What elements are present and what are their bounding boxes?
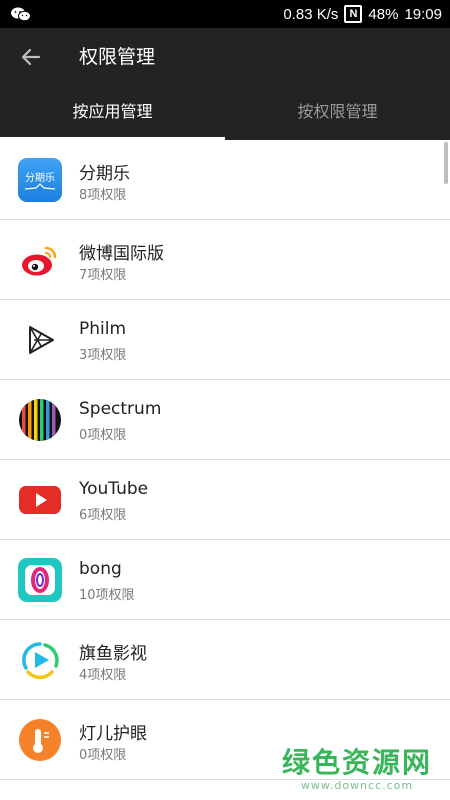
app-name: bong: [79, 559, 122, 579]
list-item[interactable]: YouTube 6项权限: [0, 460, 450, 540]
fenqile-icon: 分期乐: [18, 158, 62, 202]
philm-icon: [29, 326, 54, 354]
app-name: Philm: [79, 319, 127, 339]
tab-by-app[interactable]: 按应用管理: [0, 86, 225, 140]
battery-level: 48%: [368, 5, 399, 23]
spectrum-icon: [19, 399, 61, 441]
app-name: 旗鱼影视: [79, 644, 147, 664]
permission-count: 4项权限: [79, 668, 127, 683]
wechat-notification-icon: [11, 7, 31, 22]
app-name: Spectrum: [79, 399, 162, 419]
scrollbar[interactable]: [444, 142, 448, 184]
page-title: 权限管理: [79, 46, 156, 68]
watermark: 绿色资源网 www.downcc.com: [282, 741, 432, 792]
permission-count: 8项权限: [79, 188, 127, 203]
list-item[interactable]: 分期乐 分期乐 8项权限: [0, 140, 450, 220]
svg-text:分期乐: 分期乐: [25, 172, 55, 184]
app-name: 分期乐: [79, 164, 130, 184]
clock: 19:09: [404, 5, 442, 23]
app-name: 灯儿护眼: [79, 724, 147, 744]
list-item[interactable]: bong 10项权限: [0, 540, 450, 620]
network-speed: 0.83 K/s: [283, 5, 339, 23]
permission-count: 0项权限: [79, 748, 127, 763]
permission-count: 10项权限: [79, 588, 135, 603]
permission-count: 6项权限: [79, 508, 127, 523]
weibo-icon: [22, 246, 57, 276]
tab-by-permission[interactable]: 按权限管理: [225, 86, 450, 140]
list-item[interactable]: Spectrum 0项权限: [0, 380, 450, 460]
back-arrow-icon[interactable]: [18, 44, 44, 70]
list-item[interactable]: Philm 3项权限: [0, 300, 450, 380]
permission-count: 3项权限: [79, 348, 127, 363]
tab-bar: 按应用管理 按权限管理: [0, 86, 450, 140]
app-permission-list: 分期乐 分期乐 8项权限 微博国际版 7项权限 Philm 3项权限 Spect…: [0, 140, 450, 780]
qiyu-icon: [22, 642, 59, 680]
app-name: YouTube: [79, 479, 149, 499]
watermark-title: 绿色资源网: [281, 746, 432, 779]
permission-count: 7项权限: [79, 268, 127, 283]
youtube-icon: [19, 486, 61, 514]
permission-count: 0项权限: [79, 428, 127, 443]
denger-icon: [19, 719, 61, 761]
status-bar: 0.83 K/s N 48% 19:09: [0, 0, 450, 28]
watermark-url: www.downcc.com: [300, 779, 414, 792]
app-bar: 权限管理: [0, 28, 450, 86]
list-item[interactable]: 旗鱼影视 4项权限: [0, 620, 450, 700]
list-item[interactable]: 微博国际版 7项权限: [0, 220, 450, 300]
bong-icon: [18, 558, 62, 602]
app-name: 微博国际版: [79, 244, 164, 264]
nfc-icon: N: [344, 5, 363, 23]
